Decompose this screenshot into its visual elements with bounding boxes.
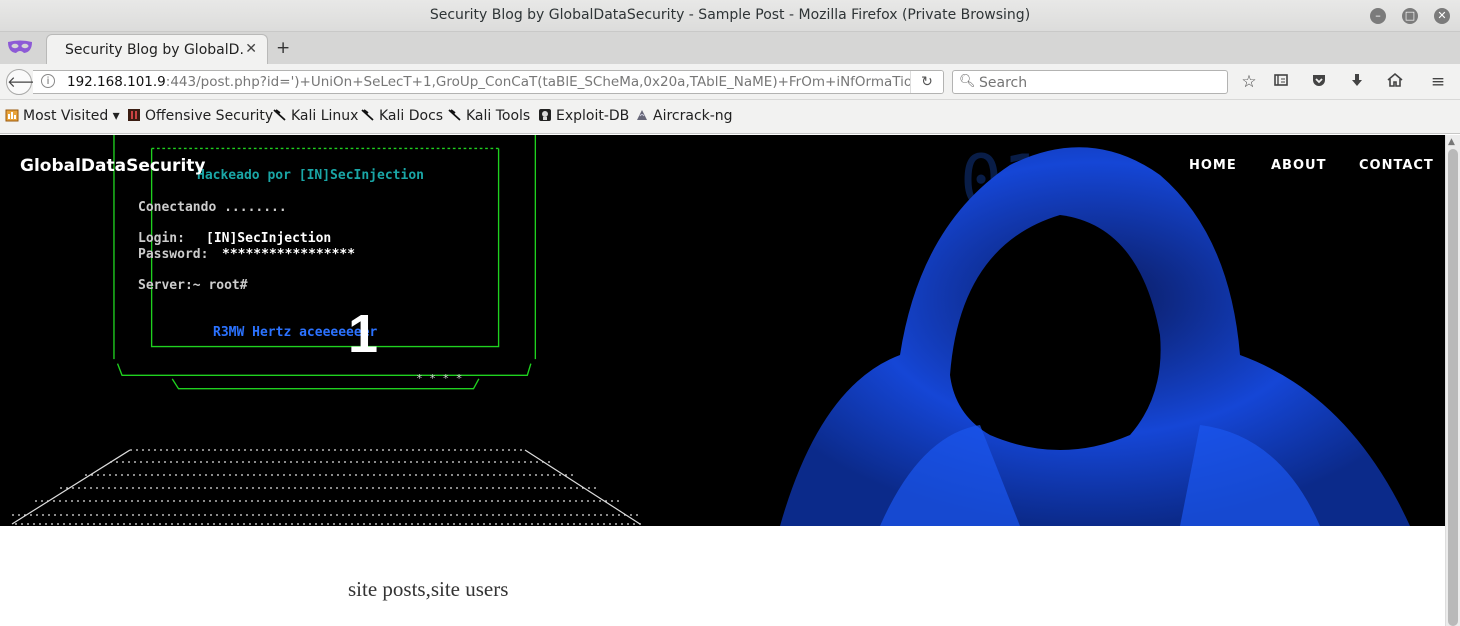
terminal-headline: Hackeado por [IN]SecInjection	[197, 168, 424, 183]
maximize-icon[interactable]: □	[1402, 8, 1418, 24]
hero-banner: 0100 0101 0100 001 Hackeado por [IN]SecI…	[0, 135, 1445, 526]
search-icon: 🔍︎	[959, 74, 976, 89]
site-info-icon[interactable]: i	[41, 74, 55, 88]
most-visited-icon	[5, 109, 19, 122]
kali-icon	[448, 109, 461, 121]
tab-title: Security Blog by GlobalD…	[65, 42, 245, 58]
reading-list-icon[interactable]	[1270, 72, 1292, 93]
window-titlebar: Security Blog by GlobalDataSecurity - Sa…	[0, 0, 1460, 32]
reload-icon[interactable]: ↻	[910, 71, 943, 93]
bookmark-label: Kali Docs	[379, 108, 444, 124]
search-box[interactable]: 🔍︎	[952, 70, 1228, 94]
bookmark-offensive-security[interactable]: Offensive Security	[127, 108, 273, 124]
terminal-password-label: Password:	[138, 247, 209, 262]
home-icon[interactable]	[1384, 72, 1406, 93]
tab-strip: Security Blog by GlobalD… ✕ +	[0, 32, 1460, 64]
bookmark-label: Aircrack-ng	[653, 108, 733, 124]
nav-contact[interactable]: CONTACT	[1359, 158, 1434, 173]
search-input[interactable]	[977, 73, 1221, 93]
kali-icon	[361, 109, 374, 121]
scroll-up-icon[interactable]: ▲	[1448, 137, 1455, 147]
page-scrollbar[interactable]: ▲	[1445, 135, 1460, 626]
bookmark-star-icon[interactable]: ☆	[1238, 72, 1260, 92]
url-bar[interactable]: i 192.168.101.9:443/post.php?id=')+UniOn…	[33, 70, 944, 94]
injection-result-number: 1	[348, 304, 379, 364]
menu-icon[interactable]: ≡	[1427, 72, 1449, 92]
bookmark-label: Kali Tools	[466, 108, 531, 124]
nav-about[interactable]: ABOUT	[1271, 158, 1326, 173]
terminal-login-label: Login:	[138, 231, 185, 246]
bookmark-label: Offensive Security	[145, 108, 274, 124]
scrollbar-thumb[interactable]	[1448, 149, 1458, 626]
bookmark-kali-docs[interactable]: Kali Docs	[361, 108, 443, 124]
terminal-server-prompt: Server:~ root#	[138, 278, 248, 293]
bookmark-label: Kali Linux	[291, 108, 359, 124]
terminal-password-value: *****************	[222, 247, 356, 262]
downloads-icon[interactable]	[1346, 72, 1368, 93]
bookmark-exploit-db[interactable]: Exploit-DB	[538, 108, 629, 124]
new-tab-button[interactable]: +	[276, 38, 290, 58]
post-content-text: site posts,site users	[348, 577, 509, 601]
url-path: :443/post.php?id=')+UniOn+SeLecT+1,GroUp…	[165, 74, 927, 90]
terminal-connecting: Conectando ........	[138, 200, 287, 215]
bookmarks-toolbar: Most Visited ▾ Offensive Security Kali L…	[0, 100, 1460, 134]
keyboard-ascii-art	[11, 449, 645, 525]
bookmark-most-visited[interactable]: Most Visited ▾	[5, 108, 120, 124]
tab-active[interactable]: Security Blog by GlobalD… ✕	[46, 34, 268, 64]
bookmark-kali-linux[interactable]: Kali Linux	[273, 108, 358, 124]
hooded-hacker-image: 0100 0101 0100 001	[780, 140, 1410, 526]
window-title: Security Blog by GlobalDataSecurity - Sa…	[429, 7, 1031, 23]
private-browsing-mask-icon	[8, 40, 32, 53]
url-text[interactable]: 192.168.101.9:443/post.php?id=')+UniOn+S…	[67, 74, 927, 90]
pocket-icon[interactable]	[1308, 72, 1330, 93]
bookmark-aircrack-ng[interactable]: Aircrack-ng	[635, 108, 733, 124]
close-icon[interactable]: ✕	[1434, 8, 1450, 24]
bookmark-kali-tools[interactable]: Kali Tools	[448, 108, 530, 124]
page-viewport: 0100 0101 0100 001 Hackeado por [IN]SecI…	[0, 135, 1445, 626]
site-brand[interactable]: GlobalDataSecurity	[20, 156, 205, 176]
bookmark-label: Exploit-DB	[556, 108, 630, 124]
nav-home[interactable]: HOME	[1189, 158, 1237, 173]
url-host: 192.168.101.9	[67, 74, 166, 90]
back-button[interactable]: 🡐	[6, 69, 47, 95]
exploitdb-icon	[539, 109, 551, 121]
bookmark-label: Most Visited ▾	[23, 108, 120, 124]
tab-close-icon[interactable]: ✕	[245, 41, 257, 57]
navigation-toolbar: 🡐 i 192.168.101.9:443/post.php?id=')+Uni…	[0, 64, 1460, 100]
terminal-login-value: [IN]SecInjection	[206, 231, 332, 246]
minimize-icon[interactable]: –	[1370, 8, 1386, 24]
kali-icon	[273, 109, 286, 121]
aircrack-icon	[637, 110, 647, 120]
terminal-dots: * * * *	[416, 372, 463, 385]
offsec-icon	[128, 109, 140, 121]
